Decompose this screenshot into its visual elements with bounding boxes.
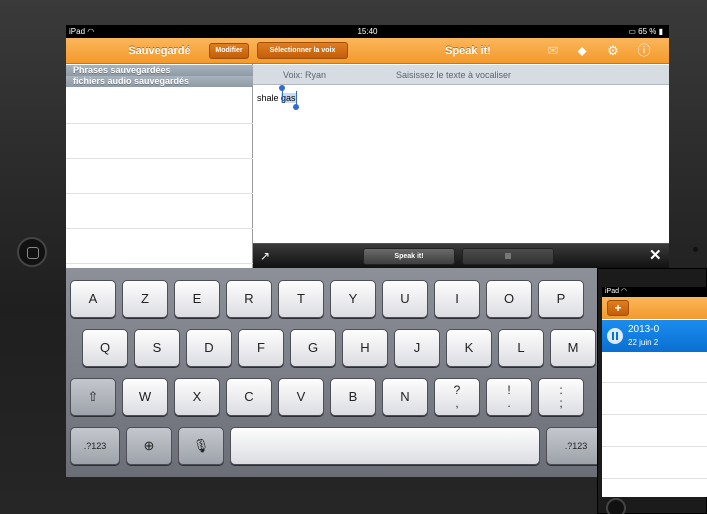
microphone-key[interactable]: 🎙 xyxy=(178,427,224,465)
speech-text-area[interactable]: shale gas xyxy=(253,85,669,242)
selection-end-knob[interactable] xyxy=(293,104,299,110)
mail-icon[interactable]: ✉ xyxy=(545,43,561,59)
secondary-navbar: + xyxy=(602,297,707,319)
bottom-toolbar: ↗ Speak it! ✕ xyxy=(253,243,669,268)
tag-icon[interactable]: ⬥ xyxy=(574,43,590,59)
key-h[interactable]: H xyxy=(342,329,388,367)
pause-icon[interactable] xyxy=(607,328,623,344)
voice-info-bar: Voix: Ryan Saisissez le texte à vocalise… xyxy=(253,65,669,85)
secondary-screen: iPad ◠ + 2013-0 22 juin 2 xyxy=(602,287,707,497)
status-battery: ▭ 65 % ▮ xyxy=(628,27,663,36)
screen-icon: ▭ xyxy=(628,27,636,36)
gears-icon[interactable]: ⚙ xyxy=(605,43,621,59)
voice-label: Voix: Ryan xyxy=(283,70,327,80)
key-z[interactable]: Z xyxy=(122,280,168,318)
close-icon[interactable]: ✕ xyxy=(649,247,662,265)
key-u[interactable]: U xyxy=(382,280,428,318)
home-button[interactable] xyxy=(17,237,47,267)
list-divider xyxy=(66,158,253,159)
key-question-comma[interactable]: ?, xyxy=(434,378,480,416)
edit-button[interactable]: Modifier xyxy=(209,43,249,59)
saved-audio-row[interactable]: fichiers audio sauvegardés xyxy=(66,76,253,87)
key-i[interactable]: I xyxy=(434,280,480,318)
secondary-status-bar: iPad ◠ xyxy=(602,287,707,297)
microphone-icon: 🎙 xyxy=(192,438,210,453)
key-w[interactable]: W xyxy=(122,378,168,416)
share-icon[interactable]: ↗ xyxy=(260,249,274,263)
speech-text[interactable]: shale gas xyxy=(257,93,296,103)
text-unselected: shale xyxy=(257,93,282,103)
numbers-key[interactable]: .?123 xyxy=(70,427,120,465)
key-y[interactable]: Y xyxy=(330,280,376,318)
key-glyph-bottom: ; xyxy=(559,396,563,410)
key-glyph-top: : xyxy=(559,383,563,397)
key-p[interactable]: P xyxy=(538,280,584,318)
key-k[interactable]: K xyxy=(446,329,492,367)
key-glyph-bottom: . xyxy=(507,396,511,410)
keyboard: A Z E R T Y U I O P Q S D F G H J K L M … xyxy=(66,268,669,477)
battery-icon: ▮ xyxy=(658,27,663,36)
space-key[interactable] xyxy=(230,427,540,465)
selection-start-knob[interactable] xyxy=(279,85,285,91)
key-f[interactable]: F xyxy=(238,329,284,367)
key-n[interactable]: N xyxy=(382,378,428,416)
text-selection[interactable]: gas xyxy=(281,93,296,103)
select-voice-button[interactable]: Sélectionner la voix xyxy=(257,42,348,59)
main-navbar: Sélectionner la voix Speak it! ✉ ⬥ ⚙ ⓘ xyxy=(253,38,669,64)
key-c[interactable]: C xyxy=(226,378,272,416)
info-icon[interactable]: ⓘ xyxy=(636,43,652,59)
key-t[interactable]: T xyxy=(278,280,324,318)
audio-item-date: 22 juin 2 xyxy=(628,338,659,347)
key-j[interactable]: J xyxy=(394,329,440,367)
list-divider xyxy=(602,478,707,479)
globe-key[interactable]: ⊕ xyxy=(126,427,172,465)
key-s[interactable]: S xyxy=(134,329,180,367)
status-bar: iPad ◠ 15:40 ▭ 65 % ▮ xyxy=(66,25,669,38)
speak-button[interactable]: Speak it! xyxy=(363,248,455,265)
key-b[interactable]: B xyxy=(330,378,376,416)
globe-icon: ⊕ xyxy=(143,438,155,453)
app-title: Speak it! xyxy=(445,45,491,57)
saved-panel: Sauvegardé Modifier Phrases sauvegardées… xyxy=(66,38,253,268)
key-glyph-top: ! xyxy=(507,383,511,397)
key-e[interactable]: E xyxy=(174,280,220,318)
ipad-screen: iPad ◠ 15:40 ▭ 65 % ▮ Sauvegardé Modifie… xyxy=(66,25,669,477)
key-glyph-top: ? xyxy=(453,383,461,397)
camera-dot xyxy=(693,247,698,252)
prompt-label: Saisissez le texte à vocaliser xyxy=(396,70,512,80)
key-v[interactable]: V xyxy=(278,378,324,416)
status-time: 15:40 xyxy=(357,27,378,36)
key-o[interactable]: O xyxy=(486,280,532,318)
secondary-device: iPad ◠ + 2013-0 22 juin 2 xyxy=(597,268,707,514)
key-l[interactable]: L xyxy=(498,329,544,367)
list-divider xyxy=(66,228,253,229)
key-r[interactable]: R xyxy=(226,280,272,318)
list-divider xyxy=(602,414,707,415)
add-button[interactable]: + xyxy=(607,300,629,316)
wifi-icon: ◠ xyxy=(620,288,628,295)
list-divider xyxy=(66,123,253,124)
audio-list-item[interactable]: 2013-0 22 juin 2 xyxy=(602,320,707,352)
key-colon-semicolon[interactable]: :; xyxy=(538,378,584,416)
saved-phrases-row[interactable]: Phrases sauvegardées xyxy=(66,65,253,76)
list-divider xyxy=(66,263,253,264)
key-glyph-bottom: , xyxy=(455,396,459,410)
list-divider xyxy=(602,382,707,383)
key-d[interactable]: D xyxy=(186,329,232,367)
secondary-home-button[interactable] xyxy=(606,498,626,514)
key-m[interactable]: M xyxy=(550,329,596,367)
saved-navbar: Sauvegardé Modifier xyxy=(66,38,253,64)
key-a[interactable]: A xyxy=(70,280,116,318)
list-divider xyxy=(66,193,253,194)
key-q[interactable]: Q xyxy=(82,329,128,367)
key-exclaim-period[interactable]: !. xyxy=(486,378,532,416)
list-divider xyxy=(602,446,707,447)
shift-key[interactable]: ⇧ xyxy=(70,378,116,416)
key-g[interactable]: G xyxy=(290,329,336,367)
shift-icon: ⇧ xyxy=(87,389,99,404)
audio-item-title: 2013-0 xyxy=(628,324,660,335)
stop-button[interactable] xyxy=(462,248,554,265)
key-x[interactable]: X xyxy=(174,378,220,416)
